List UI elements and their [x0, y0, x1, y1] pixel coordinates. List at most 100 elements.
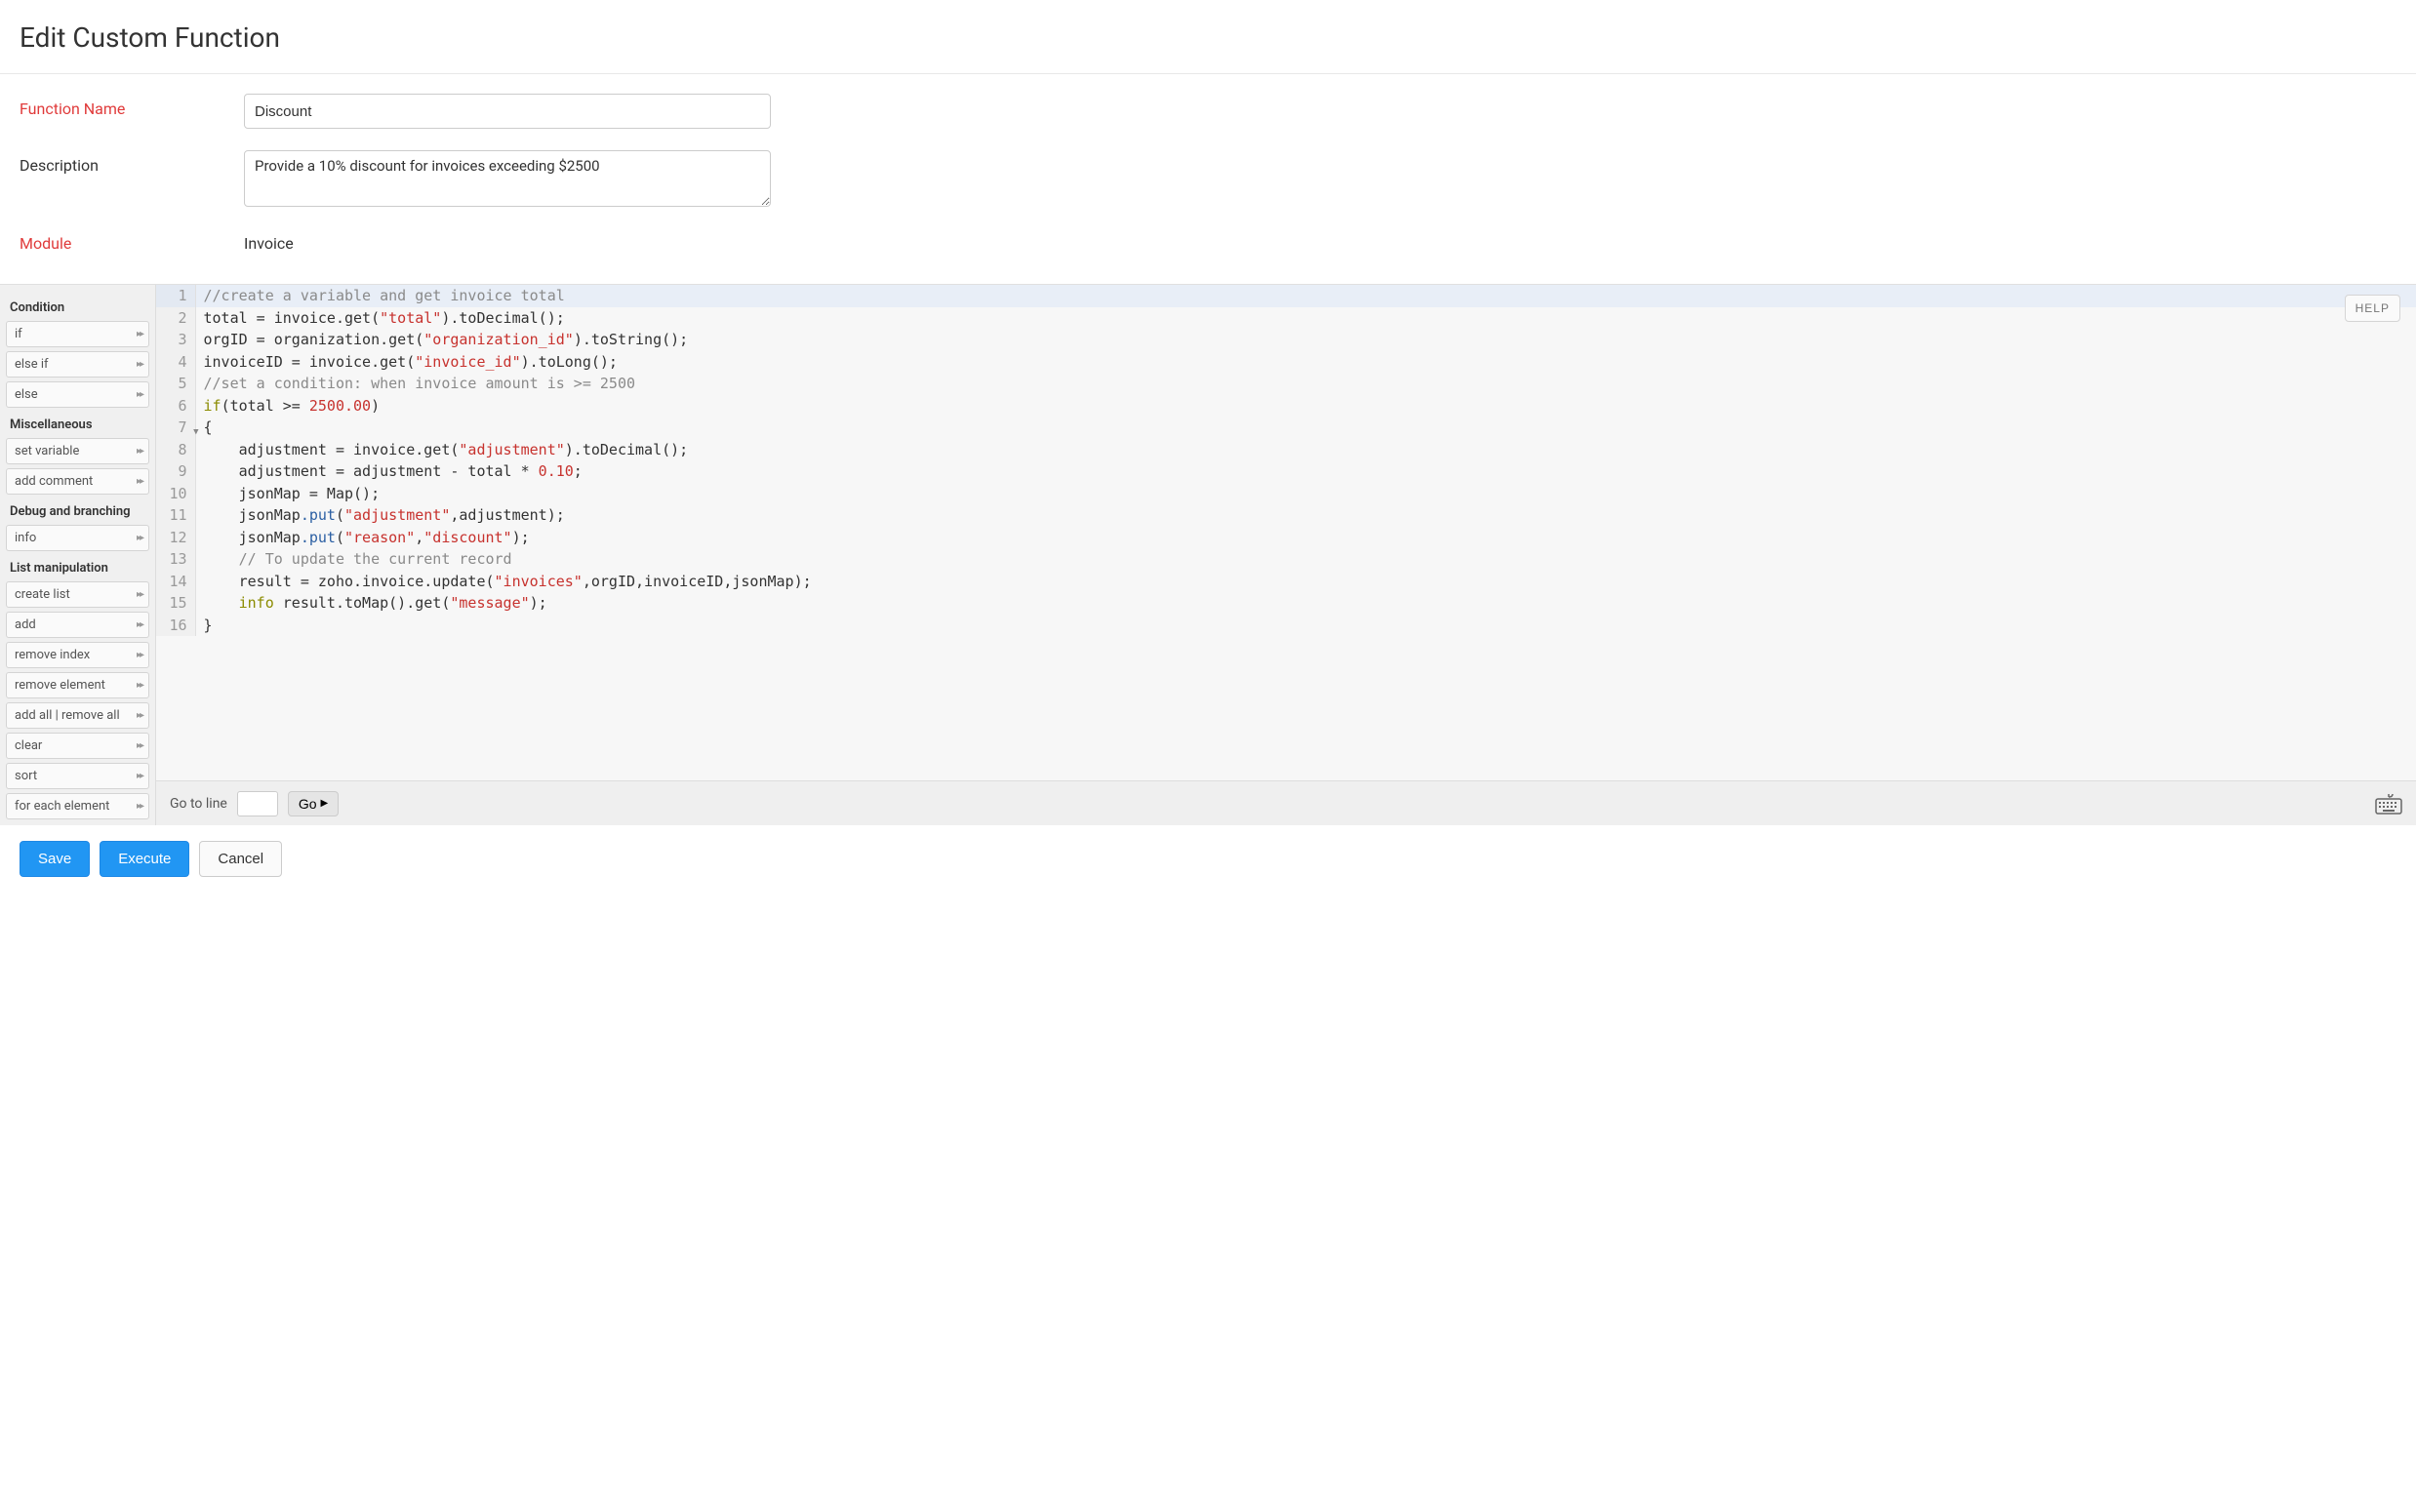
insert-icon: ▸▸ — [137, 476, 142, 487]
sidebar-item-label: if — [15, 327, 22, 341]
code-line[interactable]: 9 adjustment = adjustment - total * 0.10… — [156, 460, 2416, 483]
insert-icon: ▸▸ — [137, 710, 142, 721]
line-number: 6 — [156, 395, 195, 418]
label-description: Description — [20, 150, 244, 175]
label-function-name: Function Name — [20, 94, 244, 118]
line-number: 2 — [156, 307, 195, 330]
goto-line-input[interactable] — [237, 791, 278, 816]
code-content[interactable]: } — [195, 615, 2416, 637]
form-area: Function Name Description Module Invoice — [0, 74, 2416, 284]
insert-icon: ▸▸ — [137, 329, 142, 339]
sidebar-heading: Condition — [6, 295, 149, 321]
save-button[interactable]: Save — [20, 841, 90, 877]
row-module: Module Invoice — [20, 228, 2396, 253]
code-line[interactable]: 3orgID = organization.get("organization_… — [156, 329, 2416, 351]
sidebar-item-label: for each element — [15, 799, 109, 814]
sidebar-item-label: create list — [15, 587, 70, 602]
insert-icon: ▸▸ — [137, 446, 142, 457]
line-number: 1 — [156, 285, 195, 307]
input-function-name[interactable] — [244, 94, 771, 129]
code-line[interactable]: 6if(total >= 2500.00) — [156, 395, 2416, 418]
code-line[interactable]: 14 result = zoho.invoice.update("invoice… — [156, 571, 2416, 593]
snippet-sidebar: Conditionif▸▸else if▸▸else▸▸Miscellaneou… — [0, 285, 156, 825]
line-number: 7▼ — [156, 417, 195, 439]
sidebar-item-label: else if — [15, 357, 49, 372]
code-content[interactable]: info result.toMap().get("message"); — [195, 592, 2416, 615]
code-line[interactable]: 11 jsonMap.put("adjustment",adjustment); — [156, 504, 2416, 527]
code-content[interactable]: //set a condition: when invoice amount i… — [195, 373, 2416, 395]
insert-icon: ▸▸ — [137, 801, 142, 812]
sidebar-item-label: remove index — [15, 648, 90, 662]
sidebar-snippet-item[interactable]: add comment ▸▸ — [6, 468, 149, 495]
insert-icon: ▸▸ — [137, 533, 142, 543]
code-line[interactable]: 12 jsonMap.put("reason","discount"); — [156, 527, 2416, 549]
module-value: Invoice — [244, 228, 294, 253]
page-title: Edit Custom Function — [0, 0, 2416, 73]
insert-icon: ▸▸ — [137, 680, 142, 691]
sidebar-snippet-item[interactable]: sort ▸▸ — [6, 763, 149, 789]
insert-icon: ▸▸ — [137, 389, 142, 400]
code-content[interactable]: adjustment = invoice.get("adjustment").t… — [195, 439, 2416, 461]
line-number: 8 — [156, 439, 195, 461]
sidebar-snippet-item[interactable]: add▸▸ — [6, 612, 149, 638]
sidebar-item-label: add all | remove all — [15, 708, 120, 723]
code-content[interactable]: if(total >= 2500.00) — [195, 395, 2416, 418]
sidebar-snippet-item[interactable]: remove element▸▸ — [6, 672, 149, 698]
sidebar-item-label: sort — [15, 769, 37, 783]
line-number: 9 — [156, 460, 195, 483]
sidebar-snippet-item[interactable]: info▸▸ — [6, 525, 149, 551]
cancel-button[interactable]: Cancel — [199, 841, 282, 877]
sidebar-item-label: clear — [15, 738, 42, 753]
code-line[interactable]: 4invoiceID = invoice.get("invoice_id").t… — [156, 351, 2416, 374]
sidebar-snippet-item[interactable]: else if▸▸ — [6, 351, 149, 378]
sidebar-snippet-item[interactable]: clear▸▸ — [6, 733, 149, 759]
sidebar-item-label: set variable — [15, 444, 79, 458]
sidebar-heading: Debug and branching — [6, 498, 149, 525]
code-content[interactable]: { — [195, 417, 2416, 439]
action-bar: Save Execute Cancel — [0, 825, 2416, 902]
help-button[interactable]: HELP — [2345, 295, 2400, 322]
code-line[interactable]: 10 jsonMap = Map(); — [156, 483, 2416, 505]
sidebar-heading: List manipulation — [6, 555, 149, 581]
insert-icon: ▸▸ — [137, 619, 142, 630]
execute-button[interactable]: Execute — [100, 841, 189, 877]
code-line[interactable]: 16} — [156, 615, 2416, 637]
code-line[interactable]: 5//set a condition: when invoice amount … — [156, 373, 2416, 395]
code-content[interactable]: total = invoice.get("total").toDecimal()… — [195, 307, 2416, 330]
keyboard-icon[interactable] — [2375, 793, 2402, 815]
code-line[interactable]: 7▼{ — [156, 417, 2416, 439]
code-content[interactable]: orgID = organization.get("organization_i… — [195, 329, 2416, 351]
code-line[interactable]: 2total = invoice.get("total").toDecimal(… — [156, 307, 2416, 330]
code-content[interactable]: invoiceID = invoice.get("invoice_id").to… — [195, 351, 2416, 374]
code-line[interactable]: 13 // To update the current record — [156, 548, 2416, 571]
sidebar-snippet-item[interactable]: else▸▸ — [6, 381, 149, 408]
sidebar-snippet-item[interactable]: for each element ▸▸ — [6, 793, 149, 819]
code-content[interactable]: jsonMap.put("adjustment",adjustment); — [195, 504, 2416, 527]
code-content[interactable]: jsonMap.put("reason","discount"); — [195, 527, 2416, 549]
code-content[interactable]: // To update the current record — [195, 548, 2416, 571]
editor-wrap: Conditionif▸▸else if▸▸else▸▸Miscellaneou… — [0, 284, 2416, 825]
code-line[interactable]: 8 adjustment = invoice.get("adjustment")… — [156, 439, 2416, 461]
go-button[interactable]: Go ▶ — [288, 791, 339, 816]
code-content[interactable]: result = zoho.invoice.update("invoices",… — [195, 571, 2416, 593]
input-description[interactable] — [244, 150, 771, 207]
code-line[interactable]: 15 info result.toMap().get("message"); — [156, 592, 2416, 615]
insert-icon: ▸▸ — [137, 771, 142, 781]
insert-icon: ▸▸ — [137, 589, 142, 600]
code-editor[interactable]: 1//create a variable and get invoice tot… — [156, 285, 2416, 780]
sidebar-snippet-item[interactable]: remove index▸▸ — [6, 642, 149, 668]
goto-label: Go to line — [170, 796, 227, 812]
code-content[interactable]: //create a variable and get invoice tota… — [195, 285, 2416, 307]
sidebar-snippet-item[interactable]: if ▸▸ — [6, 321, 149, 347]
code-content[interactable]: jsonMap = Map(); — [195, 483, 2416, 505]
code-content[interactable]: adjustment = adjustment - total * 0.10; — [195, 460, 2416, 483]
sidebar-snippet-item[interactable]: set variable ▸▸ — [6, 438, 149, 464]
code-line[interactable]: 1//create a variable and get invoice tot… — [156, 285, 2416, 307]
editor-column: HELP 1//create a variable and get invoic… — [156, 285, 2416, 825]
line-number: 5 — [156, 373, 195, 395]
line-number: 15 — [156, 592, 195, 615]
row-function-name: Function Name — [20, 94, 2396, 129]
sidebar-item-label: add comment — [15, 474, 93, 489]
sidebar-snippet-item[interactable]: add all | remove all ▸▸ — [6, 702, 149, 729]
sidebar-snippet-item[interactable]: create list ▸▸ — [6, 581, 149, 608]
